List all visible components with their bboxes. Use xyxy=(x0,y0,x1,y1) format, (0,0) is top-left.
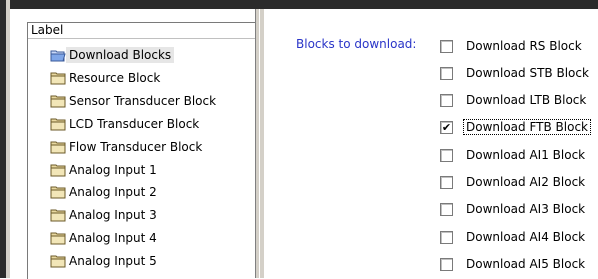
folder-icon xyxy=(50,140,66,154)
tree-column-header[interactable]: Label xyxy=(28,23,256,39)
tree-item-analog-input-1[interactable]: Analog Input 1 xyxy=(50,160,160,180)
folder-icon xyxy=(50,117,66,131)
checkbox-label: Download FTB Block xyxy=(463,119,591,135)
checkbox-download-ftb-block[interactable]: ✔ Download FTB Block xyxy=(440,118,591,136)
checkbox-label: Download AI3 Block xyxy=(466,202,586,216)
checkbox-download-ai5-block[interactable]: Download AI5 Block xyxy=(440,255,587,273)
checkbox-label: Download STB Block xyxy=(466,66,589,80)
tree-item-label: Resource Block xyxy=(69,71,161,85)
checkbox-label: Download AI2 Block xyxy=(466,175,586,189)
checkbox-box[interactable] xyxy=(440,175,453,189)
tree-item-lcd-transducer-block[interactable]: LCD Transducer Block xyxy=(50,114,202,134)
checkbox-box[interactable] xyxy=(440,257,453,271)
tree-item-label: Sensor Transducer Block xyxy=(69,94,217,108)
checkbox-download-stb-block[interactable]: Download STB Block xyxy=(440,64,591,82)
tree-item-sensor-transducer-block[interactable]: Sensor Transducer Block xyxy=(50,91,219,111)
tree-item-analog-input-5[interactable]: Analog Input 5 xyxy=(50,251,160,271)
checkmark-icon: ✔ xyxy=(441,120,452,134)
tree-item-label: Analog Input 5 xyxy=(69,254,157,268)
tree-item-analog-input-3[interactable]: Analog Input 3 xyxy=(50,205,160,225)
checkbox-download-ltb-block[interactable]: Download LTB Block xyxy=(440,91,588,109)
tree-item-analog-input-2[interactable]: Analog Input 2 xyxy=(50,182,160,202)
blocks-to-download-label: Blocks to download: xyxy=(296,37,417,51)
tree-item-label: LCD Transducer Block xyxy=(69,117,200,131)
tree-item-label: Download Blocks xyxy=(66,47,175,63)
checkbox-label: Download AI4 Block xyxy=(466,230,586,244)
checkbox-download-ai4-block[interactable]: Download AI4 Block xyxy=(440,228,587,246)
folder-icon xyxy=(50,208,66,222)
tree-item-resource-block[interactable]: Resource Block xyxy=(50,68,163,88)
tree-item-label: Analog Input 3 xyxy=(69,208,157,222)
checkbox-box[interactable] xyxy=(440,93,453,107)
tree-item-label: Analog Input 1 xyxy=(69,163,157,177)
folder-open-icon xyxy=(50,48,66,62)
tree-item-label: Flow Transducer Block xyxy=(69,140,203,154)
checkbox-box[interactable]: ✔ xyxy=(440,120,453,134)
tree-item-analog-input-4[interactable]: Analog Input 4 xyxy=(50,228,160,248)
folder-icon xyxy=(50,185,66,199)
tree-item-flow-transducer-block[interactable]: Flow Transducer Block xyxy=(50,137,205,157)
tree-item-label: Analog Input 2 xyxy=(69,185,157,199)
checkbox-box[interactable] xyxy=(440,148,453,162)
tree-item-label: Analog Input 4 xyxy=(69,231,157,245)
checkbox-box[interactable] xyxy=(440,230,453,244)
folder-icon xyxy=(50,254,66,268)
folder-icon xyxy=(50,163,66,177)
checkbox-download-ai1-block[interactable]: Download AI1 Block xyxy=(440,146,587,164)
checkbox-label: Download RS Block xyxy=(466,39,582,53)
checkbox-box[interactable] xyxy=(440,202,453,216)
checkbox-label: Download AI5 Block xyxy=(466,257,586,271)
folder-icon xyxy=(50,71,66,85)
checkbox-box[interactable] xyxy=(440,66,453,80)
window-frame-top xyxy=(0,0,598,9)
checkbox-label: Download AI1 Block xyxy=(466,148,586,162)
window-frame-left xyxy=(0,0,10,278)
checkbox-download-ai3-block[interactable]: Download AI3 Block xyxy=(440,200,587,218)
folder-icon xyxy=(50,94,66,108)
tree-item-download-blocks[interactable]: Download Blocks xyxy=(50,45,175,65)
folder-icon xyxy=(50,231,66,245)
checkbox-box[interactable] xyxy=(440,39,453,53)
checkbox-label: Download LTB Block xyxy=(466,93,587,107)
checkbox-download-ai2-block[interactable]: Download AI2 Block xyxy=(440,173,587,191)
checkbox-download-rs-block[interactable]: Download RS Block xyxy=(440,37,584,55)
